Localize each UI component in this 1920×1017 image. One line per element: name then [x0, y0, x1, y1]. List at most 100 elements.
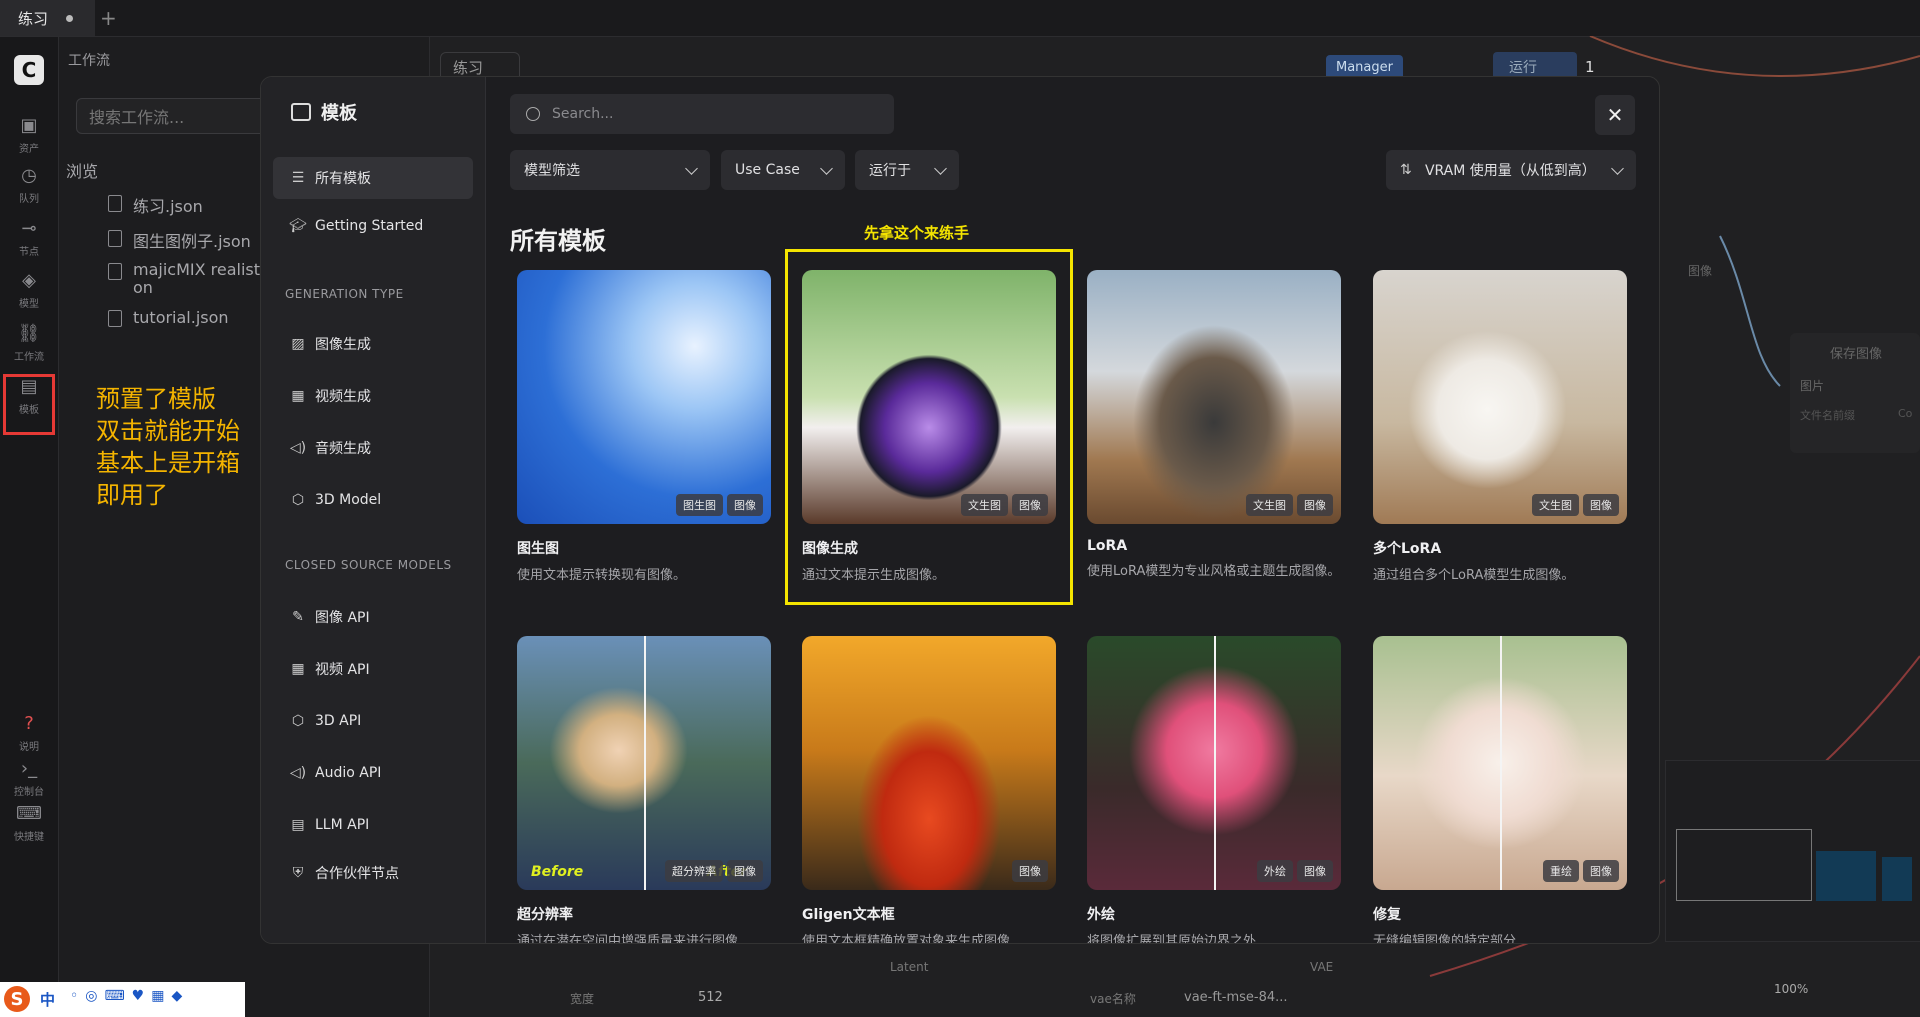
rail-item[interactable]: ›_ 控制台: [0, 758, 58, 798]
template-thumbnail[interactable]: 文生图 图像: [1087, 270, 1341, 524]
nav-partner[interactable]: ⛨ 合作伙伴节点: [273, 852, 473, 894]
template-card[interactable]: 重绘 图像 修复 无缝编辑图像的特定部分: [1373, 636, 1627, 944]
badge-group: 超分辨率 图像: [661, 860, 763, 882]
app-logo[interactable]: C: [14, 55, 44, 85]
zoom-level[interactable]: 100%: [1774, 982, 1808, 996]
nav-getting-started[interactable]: 🎓︎ Getting Started: [273, 205, 473, 247]
tag-badge: 图生图: [676, 494, 723, 516]
width-value[interactable]: 512: [698, 990, 723, 1005]
minimap[interactable]: [1665, 760, 1920, 942]
filter-label: Use Case: [735, 162, 800, 178]
nav-label: Getting Started: [315, 218, 424, 234]
template-card[interactable]: 文生图 图像多个LoRA 通过组合多个LoRA模型生成图像。: [1373, 270, 1627, 585]
nav-cube[interactable]: ⬡ 3D Model: [273, 479, 473, 521]
template-thumbnail[interactable]: BeforeAfter超分辨率图像: [517, 636, 771, 890]
template-description: 将图像扩展到其原始边界之外: [1087, 934, 1257, 944]
compare-divider: [1214, 636, 1216, 890]
chevron-down-icon: [820, 161, 833, 175]
run-count-input[interactable]: 1: [1585, 58, 1595, 76]
save-image-node[interactable]: 保存图像 图片 文件名前缀 Co: [1790, 333, 1920, 453]
keyboard-icon: ⌨: [16, 803, 42, 824]
nav-llm-api[interactable]: ▤ LLM API: [273, 804, 473, 846]
tag-badge: 文生图: [1246, 494, 1293, 516]
template-thumbnail[interactable]: 重绘 图像: [1373, 636, 1627, 890]
template-search-input[interactable]: Search...: [510, 94, 894, 134]
vae-name-value[interactable]: vae-ft-mse-84...: [1184, 990, 1288, 1005]
template-description: 通过组合多个LoRA模型生成图像。: [1373, 568, 1575, 583]
node-widget-label: 文件名前缀: [1800, 409, 1855, 422]
nav-cube-api[interactable]: ⬡ 3D API: [273, 700, 473, 742]
nav-audio-api[interactable]: ◁) Audio API: [273, 752, 473, 794]
node-output-label: 图像: [1688, 264, 1713, 278]
rail-item[interactable]: ⛓ 工作流: [0, 323, 58, 363]
annotation-note: 预置了模版 双击就能开始 基本上是开箱 即用了: [96, 383, 240, 511]
image-api-icon: ✎: [292, 609, 304, 625]
file-name-wrap: on: [133, 278, 153, 297]
rail-item[interactable]: ⌨ 快捷键: [0, 803, 58, 843]
hint-annotation: 先拿这个来练手: [864, 224, 970, 242]
minimap-viewport[interactable]: [1676, 829, 1812, 901]
template-thumbnail[interactable]: 外绘 图像: [1087, 636, 1341, 890]
rail-item-label: 快捷键: [14, 832, 44, 843]
nav-video-gen[interactable]: ▦ 视频生成: [273, 375, 473, 417]
rail-item[interactable]: ? 说明: [0, 713, 58, 753]
ime-logo[interactable]: S: [4, 986, 30, 1012]
node-icon: ⊸: [21, 218, 37, 239]
nav-video-api[interactable]: ▦ 视频 API: [273, 648, 473, 690]
template-card[interactable]: 图生图 图像 图生图 使用文本提示转换现有图像。: [517, 270, 771, 585]
tag-badge: 外绘: [1257, 860, 1293, 882]
template-thumbnail[interactable]: 文生图 图像: [802, 270, 1056, 524]
model-filter-dropdown[interactable]: 模型筛选: [510, 150, 710, 190]
history-icon: ◷: [21, 165, 37, 186]
nav-audio-gen[interactable]: ◁) 音频生成: [273, 427, 473, 469]
sort-icon: ⇅: [1400, 162, 1412, 178]
file-icon: [108, 310, 122, 327]
nav-all-templates[interactable]: ☰ 所有模板: [273, 157, 473, 199]
nav-image-gen[interactable]: ▨ 图像生成: [273, 323, 473, 365]
width-label: 宽度: [570, 992, 595, 1006]
template-thumbnail[interactable]: 图像: [802, 636, 1056, 890]
section-title: 所有模板: [510, 227, 606, 255]
workflow-file[interactable]: 练习.json: [108, 193, 203, 217]
template-card[interactable]: 图像 Gligen文本框使用文本框精确放置对象来生成图像: [802, 636, 1056, 944]
close-button[interactable]: ✕: [1595, 95, 1635, 135]
chevron-down-icon: [685, 161, 698, 175]
template-description: 使用文本框精确放置对象来生成图像: [802, 934, 1011, 944]
tag-badge: 图像: [1012, 494, 1048, 516]
nav-label: 视频 API: [315, 662, 370, 678]
template-card[interactable]: 文生图 图像 图像生成 通过文本提示生成图像。: [802, 270, 1056, 585]
node-input-label: 图片: [1800, 379, 1825, 393]
runs-on-dropdown[interactable]: 运行于: [855, 150, 959, 190]
badge-group: 图生图 图像: [672, 494, 763, 516]
new-tab-icon[interactable]: +: [100, 6, 117, 30]
rail-item[interactable]: ▣ 资产: [0, 115, 58, 155]
sort-dropdown[interactable]: ⇅ VRAM 使用量（从低到高）: [1386, 150, 1636, 190]
templates-modal: 模板 ☰ 所有模板 🎓︎ Getting Started GENERATION TY…: [260, 76, 1660, 944]
template-thumbnail[interactable]: 文生图 图像: [1373, 270, 1627, 524]
rail-item[interactable]: ◈ 模型: [0, 270, 58, 310]
ime-language[interactable]: 中: [40, 989, 55, 1010]
nav-image-api[interactable]: ✎ 图像 API: [273, 596, 473, 638]
chevron-down-icon: [1611, 161, 1624, 175]
template-card[interactable]: 外绘 图像 外绘将图像扩展到其原始边界之外: [1087, 636, 1341, 944]
use-case-dropdown[interactable]: Use Case: [721, 150, 845, 190]
badge-group: 文生图 图像: [957, 494, 1048, 516]
ime-tool-icons[interactable]: ◦◎⌨♥▦◆: [70, 988, 189, 1004]
rail-item-label: 节点: [19, 247, 39, 258]
nav-label: Audio API: [315, 765, 382, 781]
template-card[interactable]: 文生图 图像 LoRA 使用LoRA模型为专业风格或主题生成图像。: [1087, 270, 1341, 581]
template-title: 图像生成: [802, 541, 858, 557]
template-card[interactable]: BeforeAfter超分辨率图像超分辨率通过在潜在空间中增强质量来进行图像: [517, 636, 771, 943]
template-thumbnail[interactable]: 图生图 图像: [517, 270, 771, 524]
workflow-tab[interactable]: 练习: [0, 0, 95, 36]
rail-item[interactable]: ◷ 队列: [0, 165, 58, 205]
workflow-file[interactable]: 图生图例子.json: [108, 228, 251, 252]
section-closed-source: CLOSED SOURCE MODELS: [285, 558, 452, 572]
rail-item-label: 工作流: [14, 352, 44, 363]
template-description: 无缝编辑图像的特定部分: [1373, 934, 1517, 944]
template-title: Gligen文本框: [802, 907, 895, 923]
workflow-file[interactable]: tutorial.json: [108, 308, 229, 327]
workflow-file[interactable]: majicMIX realistic on: [108, 261, 273, 297]
template-title: 多个LoRA: [1373, 541, 1442, 557]
rail-item[interactable]: ⊸ 节点: [0, 218, 58, 258]
